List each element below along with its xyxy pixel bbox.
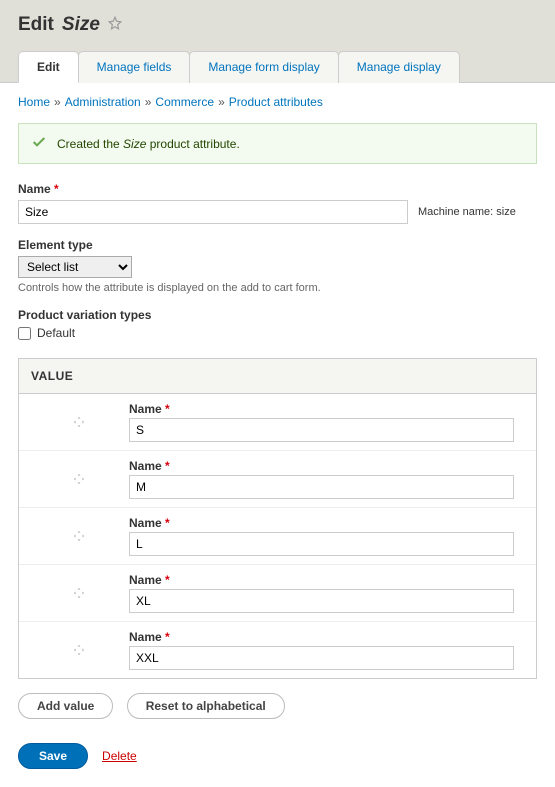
- value-row: Name *: [19, 394, 536, 451]
- breadcrumb-commerce[interactable]: Commerce: [155, 95, 214, 109]
- check-icon: [31, 134, 47, 153]
- variation-types-label: Product variation types: [18, 308, 537, 322]
- drag-handle-icon[interactable]: [29, 587, 129, 599]
- value-name-label: Name *: [129, 516, 526, 530]
- save-button[interactable]: Save: [18, 743, 88, 769]
- variation-default-label: Default: [37, 326, 75, 340]
- values-table: VALUE Name * Name * Name * Name * Name *: [18, 358, 537, 679]
- variation-default-checkbox[interactable]: [18, 327, 31, 340]
- value-row: Name *: [19, 508, 536, 565]
- title-prefix: Edit: [18, 14, 54, 36]
- values-header: VALUE: [19, 359, 536, 394]
- drag-handle-icon[interactable]: [29, 530, 129, 542]
- value-name-input[interactable]: [129, 418, 514, 442]
- reset-alphabetical-button[interactable]: Reset to alphabetical: [127, 693, 285, 719]
- breadcrumb: Home»Administration»Commerce»Product att…: [18, 95, 537, 109]
- message-text: Created the Size product attribute.: [57, 137, 240, 151]
- value-name-input[interactable]: [129, 589, 514, 613]
- drag-handle-icon[interactable]: [29, 473, 129, 485]
- primary-tabs: EditManage fieldsManage form displayMana…: [18, 50, 537, 82]
- shortcut-star-icon[interactable]: [108, 14, 122, 36]
- breadcrumb-admin[interactable]: Administration: [65, 95, 141, 109]
- delete-link[interactable]: Delete: [102, 749, 137, 763]
- drag-handle-icon[interactable]: [29, 644, 129, 656]
- value-name-label: Name *: [129, 459, 526, 473]
- drag-handle-icon[interactable]: [29, 416, 129, 428]
- tab-edit[interactable]: Edit: [18, 51, 79, 83]
- breadcrumb-home[interactable]: Home: [18, 95, 50, 109]
- value-name-label: Name *: [129, 573, 526, 587]
- add-value-button[interactable]: Add value: [18, 693, 113, 719]
- breadcrumb-attributes[interactable]: Product attributes: [229, 95, 323, 109]
- value-name-input[interactable]: [129, 646, 514, 670]
- machine-name-display: Machine name: size: [418, 206, 516, 218]
- tab-manage-fields[interactable]: Manage fields: [78, 51, 191, 83]
- value-name-input[interactable]: [129, 475, 514, 499]
- tab-manage-display[interactable]: Manage display: [338, 51, 460, 83]
- name-input[interactable]: [18, 200, 408, 224]
- status-message: Created the Size product attribute.: [18, 123, 537, 164]
- value-row: Name *: [19, 451, 536, 508]
- element-type-label: Element type: [18, 238, 537, 252]
- name-label: Name *: [18, 182, 537, 196]
- element-type-description: Controls how the attribute is displayed …: [18, 282, 537, 294]
- value-row: Name *: [19, 622, 536, 678]
- value-row: Name *: [19, 565, 536, 622]
- page-title: Edit Size: [18, 14, 537, 36]
- value-name-input[interactable]: [129, 532, 514, 556]
- title-attribute: Size: [62, 14, 100, 36]
- value-name-label: Name *: [129, 630, 526, 644]
- element-type-select[interactable]: Select list: [18, 256, 132, 278]
- value-name-label: Name *: [129, 402, 526, 416]
- tab-manage-form-display[interactable]: Manage form display: [189, 51, 338, 83]
